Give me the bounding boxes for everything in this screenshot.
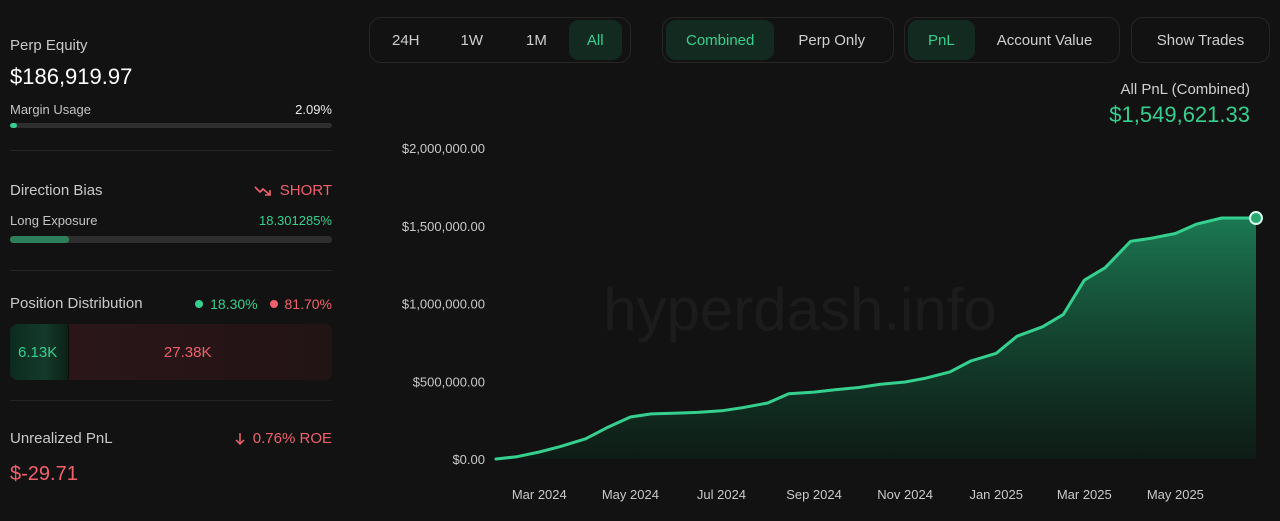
x-tick-label: Jan 2025 <box>969 487 1023 502</box>
position-distribution-label: Position Distribution <box>10 295 143 312</box>
range-all-button[interactable]: All <box>568 20 622 60</box>
margin-usage-bar <box>10 123 332 128</box>
margin-usage-bar-fill <box>10 123 17 128</box>
range-24h-button[interactable]: 24H <box>373 20 440 60</box>
direction-bias-label: Direction Bias <box>10 182 103 199</box>
long-dot-icon <box>195 299 204 308</box>
short-percent: 81.70% <box>284 295 332 312</box>
divider <box>10 400 332 401</box>
trend-down-icon <box>254 185 272 197</box>
metric-selector: PnL Account Value <box>904 17 1120 63</box>
margin-usage-row: Margin Usage 2.09% <box>10 102 332 117</box>
arrow-down-icon <box>235 432 245 445</box>
perp-equity-section: Perp Equity $186,919.97 Margin Usage 2.0… <box>10 37 332 128</box>
range-1w-button[interactable]: 1W <box>440 20 505 60</box>
show-trades-button[interactable]: Show Trades <box>1131 17 1270 63</box>
chart-total-value: $1,549,621.33 <box>1109 102 1250 127</box>
direction-bias-section: Direction Bias SHORT Long Exposure 18.30… <box>10 182 332 243</box>
account-summary-panel: Perp Equity $186,919.97 Margin Usage 2.0… <box>0 0 342 521</box>
direction-bias-value: SHORT <box>279 182 332 199</box>
long-exposure-row: Long Exposure 18.301285% <box>10 213 332 228</box>
show-trades-label: Show Trades <box>1156 31 1245 49</box>
account-value-button[interactable]: Account Value <box>975 20 1112 60</box>
unrealized-pnl-value: $-29.71 <box>10 463 78 485</box>
unrealized-pnl-label: Unrealized PnL <box>10 430 113 447</box>
roe-value: 0.76% ROE <box>252 430 332 447</box>
perp-equity-value: $186,919.97 <box>10 64 133 89</box>
scope-selector: Combined Perp Only <box>662 17 894 63</box>
y-tick-label: $1,000,000.00 <box>402 297 485 312</box>
position-distribution-section: Position Distribution 18.30% 81.70% 6.13… <box>10 295 332 380</box>
margin-usage-value: 2.09% <box>295 102 332 117</box>
long-exposure-bar-fill <box>10 236 69 243</box>
direction-bias-indicator: SHORT <box>254 182 332 199</box>
long-value: 6.13K <box>18 343 58 361</box>
x-tick-label: Mar 2025 <box>1057 487 1112 502</box>
margin-usage-label: Margin Usage <box>10 102 91 117</box>
chart-title: All PnL (Combined) <box>1120 81 1251 98</box>
pnl-button[interactable]: PnL <box>908 20 975 60</box>
position-distribution-bar: 6.13K 27.38K <box>10 324 332 380</box>
divider <box>10 150 332 151</box>
x-tick-label: Sep 2024 <box>786 487 842 502</box>
combined-button[interactable]: Combined <box>666 20 775 60</box>
pnl-chart[interactable]: hyperdash.info $0.00 $500,000.00 $1,000,00… <box>370 130 1270 510</box>
long-percent: 18.30% <box>210 295 258 312</box>
watermark-text: hyperdash.info <box>603 276 997 343</box>
x-tick-label: May 2025 <box>1147 487 1204 502</box>
x-tick-label: Mar 2024 <box>512 487 567 502</box>
unrealized-pnl-section: Unrealized PnL 0.76% ROE $-29.71 <box>10 430 332 486</box>
x-tick-label: May 2024 <box>602 487 659 502</box>
x-tick-label: Jul 2024 <box>697 487 746 502</box>
latest-point-marker[interactable] <box>1249 211 1263 226</box>
perp-equity-label: Perp Equity <box>10 37 88 54</box>
short-value: 27.38K <box>163 343 212 361</box>
divider <box>10 270 332 271</box>
roe-indicator: 0.76% ROE <box>235 430 332 447</box>
distribution-legend: 18.30% 81.70% <box>195 296 332 312</box>
y-tick-label: $2,000,000.00 <box>402 141 485 156</box>
time-range-selector: 24H 1W 1M All <box>369 17 631 63</box>
y-tick-label: $0.00 <box>452 452 485 467</box>
x-tick-label: Nov 2024 <box>877 487 933 502</box>
y-tick-label: $500,000.00 <box>413 374 485 389</box>
long-segment: 6.13K <box>10 324 69 380</box>
long-exposure-value: 18.301285% <box>258 213 332 228</box>
long-exposure-label: Long Exposure <box>10 213 98 228</box>
short-dot-icon <box>269 299 278 308</box>
short-segment: 27.38K <box>68 324 332 380</box>
y-tick-label: $1,500,000.00 <box>402 219 485 234</box>
range-1m-button[interactable]: 1M <box>504 20 569 60</box>
long-exposure-bar <box>10 236 332 243</box>
perp-only-button[interactable]: Perp Only <box>774 20 886 60</box>
